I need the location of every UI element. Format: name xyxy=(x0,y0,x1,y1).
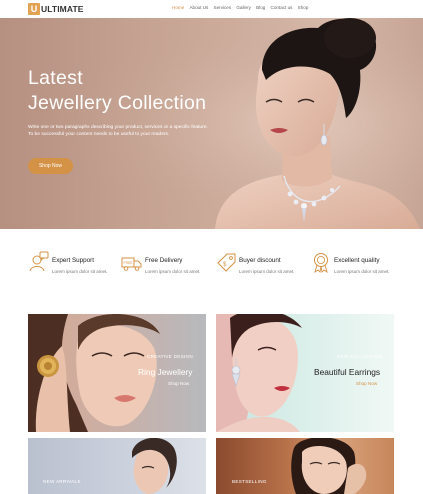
feature-description: Lorem ipsum dolor sit amet. xyxy=(334,269,390,274)
shop-now-button[interactable]: Shop Now xyxy=(28,158,73,174)
support-agent-icon xyxy=(29,251,49,272)
card-shop-now-link[interactable]: Shop Now xyxy=(356,381,377,386)
logo-mark: U xyxy=(28,3,40,15)
category-card-ring-jewellery[interactable]: CREATIVE DESIGN Ring Jewellery Shop Now xyxy=(28,314,206,432)
nav-item-shop[interactable]: Shop xyxy=(298,5,309,10)
hero-title-line-1: Latest xyxy=(28,67,83,89)
feature-title: Expert Support xyxy=(52,257,95,264)
card-title: Ring Jewellery xyxy=(138,367,193,377)
bestselling-model-image xyxy=(291,438,367,494)
card-label: BESTSELLING xyxy=(232,479,267,484)
hero-title-line-2: Jewellery Collection xyxy=(28,92,207,114)
quality-badge-icon xyxy=(314,253,328,273)
hero-banner: Latest Jewellery Collection Write one or… xyxy=(0,18,423,229)
svg-text:FREE: FREE xyxy=(124,261,134,265)
main-nav: Home About Us Services Gallery Blog Cont… xyxy=(172,5,314,10)
feature-title: Excellent quality xyxy=(334,257,380,264)
card-label: CREATIVE DESIGN xyxy=(147,354,194,359)
category-card-beautiful-earrings[interactable]: NEW COLLECTION Beautiful Earrings Shop N… xyxy=(216,314,394,432)
features-row: Expert Support Lorem ipsum dolor sit ame… xyxy=(0,229,423,314)
nav-item-blog[interactable]: Blog xyxy=(256,5,265,10)
feature-description: Lorem ipsum dolor sit amet. xyxy=(52,269,108,274)
feature-description: Lorem ipsum dolor sit amet. xyxy=(145,269,201,274)
delivery-truck-icon: FREE xyxy=(121,257,142,271)
nav-item-about-us[interactable]: About Us xyxy=(189,5,208,10)
feature-title: Buyer discount xyxy=(239,257,281,264)
card-label: NEW COLLECTION xyxy=(337,354,383,359)
hero-description-line-1: Write one or two paragraphs describing y… xyxy=(28,125,208,130)
hero-description-line-2: To be successful your content needs to b… xyxy=(28,132,170,138)
card-title: Beautiful Earrings xyxy=(314,367,381,377)
hero-description: Write one or two paragraphs describing y… xyxy=(28,124,243,139)
logo[interactable]: U ULTIMATE xyxy=(28,3,84,15)
category-card-bestselling[interactable]: BESTSELLING xyxy=(216,438,394,494)
category-card-new-arrivals[interactable]: NEW ARRIVALS xyxy=(28,438,206,494)
nav-item-gallery[interactable]: Gallery xyxy=(236,5,251,10)
site-header: U ULTIMATE Home About Us Services Galler… xyxy=(0,0,423,18)
logo-text: ULTIMATE xyxy=(41,4,84,14)
nav-item-contact-us[interactable]: Contact us xyxy=(271,5,293,10)
nav-item-services[interactable]: Services xyxy=(214,5,232,10)
feature-title: Free Delivery xyxy=(145,257,183,264)
svg-text:$: $ xyxy=(223,262,227,268)
card-label: NEW ARRIVALS xyxy=(43,479,81,484)
hero-title: Latest Jewellery Collection xyxy=(28,66,206,116)
new-arrivals-model-image xyxy=(132,438,177,494)
nav-item-home[interactable]: Home xyxy=(172,5,184,10)
card-shop-now-link[interactable]: Shop Now xyxy=(168,381,189,386)
feature-description: Lorem ipsum dolor sit amet. xyxy=(239,269,295,274)
discount-tag-icon: $ xyxy=(217,253,236,272)
